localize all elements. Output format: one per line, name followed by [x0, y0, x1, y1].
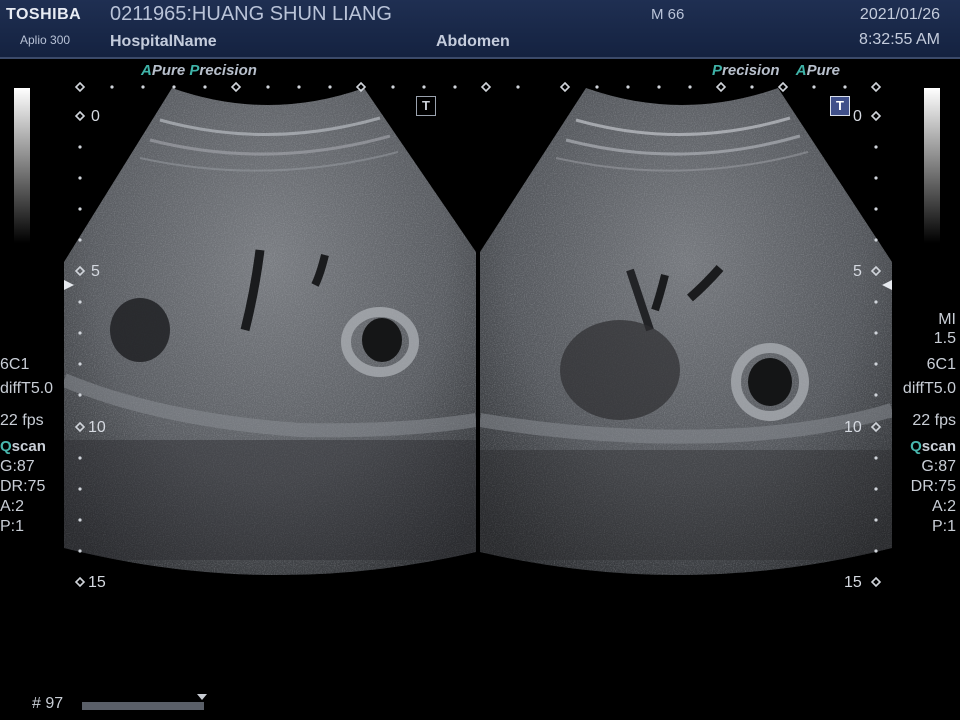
- right-qscan: Qscan: [910, 438, 956, 455]
- left-depth-5: 5: [91, 263, 100, 280]
- left-depth-15: 15: [88, 574, 106, 591]
- right-grayscale-bar: [924, 88, 940, 243]
- right-depth-15: 15: [844, 574, 862, 591]
- frame-number: # 97: [32, 695, 64, 712]
- right-p-setting: P:1: [931, 518, 956, 535]
- qscan-q: Q: [910, 438, 922, 455]
- right-scan-image: [480, 88, 892, 576]
- left-p-setting: P:1: [0, 518, 25, 535]
- right-a-setting: A:2: [931, 498, 956, 515]
- left-probe: 6C1: [0, 356, 30, 373]
- ultrasound-dual-image: [64, 81, 892, 588]
- right-mode: diffT5.0: [902, 380, 956, 397]
- right-mi-value: 1.5: [933, 330, 956, 347]
- right-dynamic-range: DR:75: [910, 478, 956, 495]
- right-depth-5: 5: [853, 263, 862, 280]
- left-qscan: Qscan: [0, 438, 46, 455]
- brand-precision: recision: [722, 62, 780, 79]
- left-depth-0: 0: [91, 108, 100, 125]
- brand-a: A: [795, 62, 807, 79]
- right-mi-label: MI: [938, 311, 956, 328]
- brand-precision: recision: [199, 62, 257, 79]
- qscan-label: scan: [921, 438, 956, 455]
- left-mode: diffT5.0: [0, 380, 54, 397]
- cine-scrollbar[interactable]: [82, 702, 204, 710]
- right-depth-10: 10: [844, 419, 862, 436]
- qscan-label: scan: [11, 438, 46, 455]
- brand-p: P: [189, 62, 200, 79]
- left-scale-dots: [110, 85, 520, 89]
- right-scale-dots: [595, 85, 847, 89]
- left-a-setting: A:2: [0, 498, 25, 515]
- right-brand-line: Precision APure: [712, 62, 840, 79]
- cine-position-marker-icon[interactable]: [197, 694, 209, 702]
- left-brand-line: APure Precision: [141, 62, 257, 79]
- left-dynamic-range: DR:75: [0, 478, 46, 495]
- right-probe: 6C1: [926, 356, 956, 373]
- brand-p: P: [712, 62, 723, 79]
- right-fps: 22 fps: [912, 412, 956, 429]
- right-t-button[interactable]: T: [830, 96, 850, 116]
- left-gain: G:87: [0, 458, 35, 475]
- right-depth-0: 0: [853, 108, 862, 125]
- right-gain: G:87: [921, 458, 956, 475]
- left-scan-image: [64, 88, 476, 576]
- left-depth-10: 10: [88, 419, 106, 436]
- brand-pure: Pure: [151, 62, 186, 79]
- left-fps: 22 fps: [0, 412, 44, 429]
- brand-pure: Pure: [806, 62, 840, 79]
- qscan-q: Q: [0, 438, 12, 455]
- brand-a: A: [141, 62, 152, 79]
- left-grayscale-bar: [14, 88, 30, 243]
- left-t-button[interactable]: T: [416, 96, 436, 116]
